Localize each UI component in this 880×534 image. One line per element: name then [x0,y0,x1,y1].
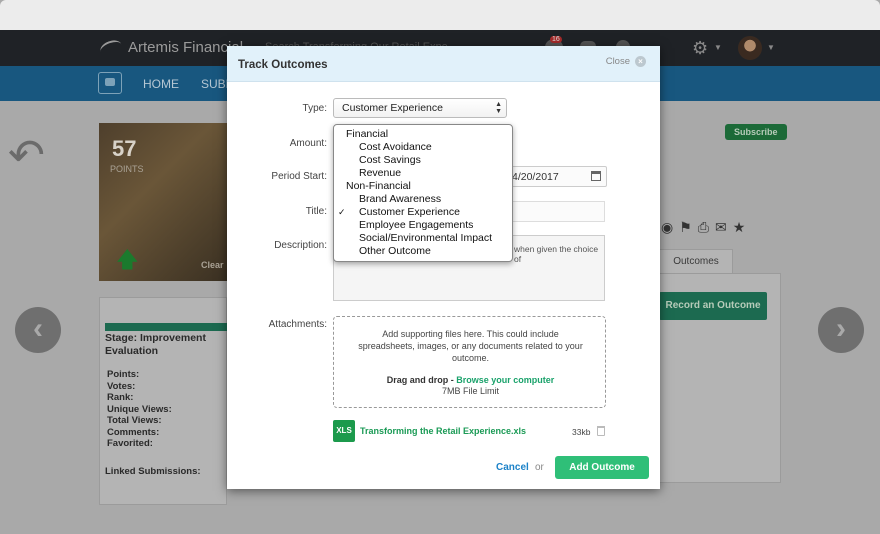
attachment-drop-zone[interactable]: Add supporting files here. This could in… [333,316,606,408]
dropdown-item-label: Brand Awareness [359,193,442,205]
subscribe-button[interactable]: Subscribe [725,124,787,140]
next-chevron-icon[interactable]: › [818,307,864,353]
dropdown-item-label: Non-Financial [346,180,411,192]
drag-drop-text: Drag and drop - [386,375,457,385]
record-outcome-button[interactable]: Record an Outcome [659,292,767,320]
user-avatar[interactable] [738,36,762,60]
stat-rank: Rank: [107,392,134,403]
clear-link[interactable]: Clear [201,260,224,270]
watch-icon[interactable]: ◉ [661,219,673,236]
dropdown-option[interactable]: Social/Environmental Impact [334,232,512,245]
stage-progress-bar [105,323,227,331]
close-button[interactable]: Close × [606,56,646,67]
flag-icon[interactable]: ⚑ [679,219,692,236]
browse-computer-link[interactable]: Browse your computer [456,375,554,385]
tab-outcomes[interactable]: Outcomes [659,249,733,273]
dropdown-item-label: Employee Engagements [359,219,474,231]
email-icon[interactable]: ✉ [715,219,727,236]
track-outcomes-modal: Track Outcomes Close × Type: Customer Ex… [227,46,660,489]
close-label[interactable]: Close [606,56,630,67]
checkmark-icon: ✓ [338,207,346,217]
dropdown-group-label: Non-Financial [334,180,512,193]
points-label: POINTS [110,164,144,174]
dropdown-item-label: Customer Experience [359,206,460,218]
title-label: Title: [305,206,327,217]
dropdown-option[interactable]: Revenue [334,167,512,180]
dropdown-item-label: Cost Avoidance [359,141,432,153]
file-limit-text: 7MB File Limit [441,386,499,396]
stat-points: Points: [107,369,140,380]
add-outcome-button[interactable]: Add Outcome [555,456,649,479]
nav-home[interactable]: HOME [143,77,179,91]
stage-title: Stage: Improvement Evaluation [105,332,206,357]
brand-logo[interactable]: Artemis Financial [98,37,244,58]
dropdown-option[interactable]: Brand Awareness [334,193,512,206]
stat-votes: Votes: [107,381,136,392]
window-titlebar [0,0,880,30]
dropdown-option[interactable]: Employee Engagements [334,219,512,232]
print-icon[interactable]: ⎙ [698,219,709,236]
description-label: Description: [274,240,327,251]
dropdown-item-label: Social/Environmental Impact [359,232,493,244]
settings-caret-icon[interactable]: ▼ [714,43,722,52]
user-menu-caret-icon[interactable]: ▼ [767,43,775,52]
dropdown-item-label: Revenue [359,167,402,179]
period-start-value: 4/20/2017 [512,171,559,183]
description-value: when given the choice of [514,244,599,264]
brand-name: Artemis Financial [128,39,244,56]
dropdown-option[interactable]: Cost Avoidance [334,141,512,154]
action-icons: ◉ ⚑ ⎙ ✉ ★ [661,219,745,236]
drag-drop-line: Drag and drop - Browse your computer [334,375,607,385]
type-select[interactable]: Customer Experience ▲ ▼ [333,98,507,118]
back-arrow-icon[interactable]: ↶ [8,130,45,181]
cancel-button[interactable]: Cancel [496,462,529,473]
stat-favorited: Favorited: [107,438,153,449]
attachment-hint: Add supporting files here. This could in… [358,329,583,363]
close-icon[interactable]: × [635,56,646,67]
linked-submissions-label: Linked Submissions: [105,466,201,477]
settings-gear-icon[interactable]: ⚙ [692,38,708,59]
dropdown-option[interactable]: ✓ Customer Experience [334,206,512,219]
attached-file-size: 33kb [572,427,591,437]
artemis-logo-icon [98,37,124,58]
dropdown-group-label: Financial [334,128,512,141]
modal-title: Track Outcomes [238,59,328,71]
calendar-icon[interactable] [591,171,601,181]
stat-total-views: Total Views: [107,415,162,426]
notification-badge: 16 [550,36,562,43]
dropdown-item-label: Other Outcome [359,245,431,257]
period-start-field[interactable]: 4/20/2017 [511,166,607,187]
trash-icon[interactable] [597,426,605,436]
modal-header: Track Outcomes Close × [227,46,660,82]
attached-file-name[interactable]: Transforming the Retail Experience.xls [360,426,526,436]
type-select-value: Customer Experience [342,102,443,114]
attachments-label: Attachments: [268,319,327,330]
camera-icon[interactable] [98,72,122,94]
dropdown-option[interactable]: Cost Savings [334,154,512,167]
select-updown-icon: ▲ ▼ [495,101,502,115]
points-value: 57 [112,136,137,161]
title-field[interactable] [511,201,605,222]
dropdown-item-label: Cost Savings [359,154,421,166]
type-dropdown-menu: Financial Cost Avoidance Cost Savings Reven… [333,124,513,262]
period-start-label: Period Start: [271,171,327,182]
xls-file-icon: XLS [333,420,355,442]
stat-comments: Comments: [107,427,160,438]
previous-chevron-icon[interactable]: ‹ [15,307,61,353]
dropdown-item-label: Financial [346,128,389,140]
dropdown-option[interactable]: Other Outcome [334,245,512,258]
amount-label: Amount: [289,138,327,149]
star-icon[interactable]: ★ [733,219,746,236]
upvote-arrow-icon[interactable]: 🡅 [116,243,139,281]
attached-file-row: XLS Transforming the Retail Experience.x… [333,420,605,442]
type-label: Type: [302,103,327,114]
stat-unique-views: Unique Views: [107,404,172,415]
or-text: or [535,462,544,473]
